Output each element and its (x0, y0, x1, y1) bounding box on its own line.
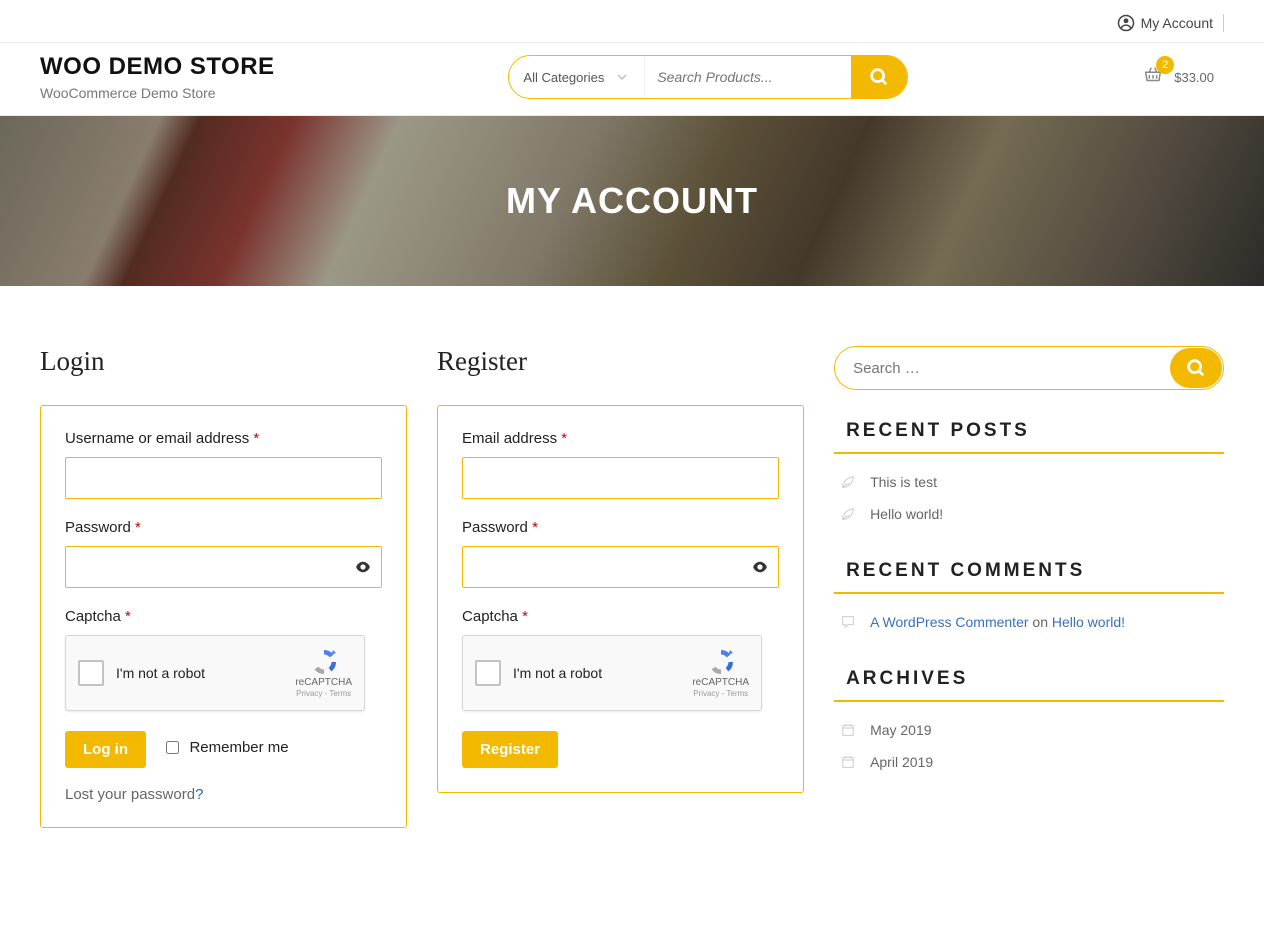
cart-icon-wrap: 2 (1142, 64, 1164, 91)
search-input[interactable] (645, 56, 851, 98)
my-account-label: My Account (1141, 15, 1213, 31)
comment-post-link[interactable]: Hello world! (1052, 614, 1125, 630)
login-button[interactable]: Log in (65, 731, 146, 768)
register-heading: Register (437, 346, 804, 377)
archives-list: May 2019 April 2019 (834, 714, 1224, 778)
register-recaptcha[interactable]: I'm not a robot reCAPTCHA Privacy - Term… (462, 635, 762, 711)
list-item[interactable]: May 2019 (834, 714, 1224, 746)
cart[interactable]: 2 $33.00 (1142, 64, 1224, 91)
archives-title: ARCHIVES (834, 668, 1224, 702)
lost-password-link[interactable]: Lost your password? (65, 786, 382, 803)
calendar-icon (840, 754, 856, 770)
remember-checkbox[interactable] (166, 741, 179, 754)
login-recaptcha[interactable]: I'm not a robot reCAPTCHA Privacy - Term… (65, 635, 365, 711)
login-password-field[interactable] (65, 546, 382, 588)
recent-comments-widget: RECENT COMMENTS A WordPress Commenter on… (834, 560, 1224, 638)
page-title: MY ACCOUNT (506, 180, 758, 222)
search-wrap: All Categories (315, 55, 1103, 99)
recent-posts-list: This is test Hello world! (834, 466, 1224, 530)
calendar-icon (840, 722, 856, 738)
sidebar-search-button[interactable] (1170, 348, 1222, 388)
register-captcha-label: Captcha * (462, 608, 779, 625)
login-captcha-label: Captcha * (65, 608, 382, 625)
recaptcha-text: I'm not a robot (116, 665, 283, 681)
list-item[interactable]: This is test (834, 466, 1224, 498)
list-item[interactable]: Hello world! (834, 498, 1224, 530)
recaptcha-icon (706, 647, 736, 677)
username-label: Username or email address * (65, 430, 382, 447)
topbar: My Account (0, 0, 1264, 43)
search-button[interactable] (851, 56, 907, 98)
recent-posts-widget: RECENT POSTS This is test Hello world! (834, 420, 1224, 530)
remember-wrap[interactable]: Remember me (166, 739, 288, 756)
recaptcha-text: I'm not a robot (513, 665, 680, 681)
brand-subtitle: WooCommerce Demo Store (40, 85, 275, 101)
sidebar-search-input[interactable] (834, 346, 1224, 390)
recent-comments-title: RECENT COMMENTS (834, 560, 1224, 594)
register-password-label: Password * (462, 519, 779, 536)
register-password-wrap (462, 546, 779, 588)
recent-comments-list: A WordPress Commenter on Hello world! (834, 606, 1224, 638)
login-password-label: Password * (65, 519, 382, 536)
search-pill: All Categories (508, 55, 908, 99)
recaptcha-logo: reCAPTCHA Privacy - Terms (295, 647, 352, 699)
register-column: Register Email address * Password * Capt… (437, 346, 804, 828)
remember-label: Remember me (189, 739, 288, 756)
recaptcha-icon (309, 647, 339, 677)
user-circle-icon (1117, 14, 1135, 32)
magnifier-icon (1185, 357, 1207, 379)
comment-line: A WordPress Commenter on Hello world! (870, 614, 1125, 630)
sidebar-search (834, 346, 1224, 390)
eye-icon[interactable] (751, 558, 769, 576)
brand-title: WOO DEMO STORE (40, 53, 275, 81)
content: Login Username or email address * Passwo… (0, 286, 1264, 868)
eye-icon[interactable] (354, 558, 372, 576)
my-account-link[interactable]: My Account (1117, 14, 1224, 32)
brand[interactable]: WOO DEMO STORE WooCommerce Demo Store (40, 53, 275, 101)
login-column: Login Username or email address * Passwo… (40, 346, 407, 828)
recaptcha-logo: reCAPTCHA Privacy - Terms (692, 647, 749, 699)
recaptcha-checkbox[interactable] (78, 660, 104, 686)
leaf-icon (840, 474, 856, 490)
list-item: A WordPress Commenter on Hello world! (834, 606, 1224, 638)
comment-icon (840, 614, 856, 630)
username-field[interactable] (65, 457, 382, 499)
email-label: Email address * (462, 430, 779, 447)
cart-total: $33.00 (1174, 70, 1214, 85)
register-form: Email address * Password * Captcha * I'm… (437, 405, 804, 793)
recent-posts-title: RECENT POSTS (834, 420, 1224, 454)
category-label: All Categories (523, 70, 604, 85)
leaf-icon (840, 506, 856, 522)
recaptcha-checkbox[interactable] (475, 660, 501, 686)
sidebar: RECENT POSTS This is test Hello world! R… (834, 346, 1224, 828)
cart-count-badge: 2 (1156, 56, 1174, 74)
login-heading: Login (40, 346, 407, 377)
login-form: Username or email address * Password * C… (40, 405, 407, 828)
archives-widget: ARCHIVES May 2019 April 2019 (834, 668, 1224, 778)
magnifier-icon (868, 66, 890, 88)
chevron-down-icon (614, 69, 630, 85)
comment-author-link[interactable]: A WordPress Commenter (870, 614, 1028, 630)
register-password-field[interactable] (462, 546, 779, 588)
category-dropdown[interactable]: All Categories (509, 56, 645, 98)
register-button[interactable]: Register (462, 731, 558, 768)
header: WOO DEMO STORE WooCommerce Demo Store Al… (0, 43, 1264, 116)
login-password-wrap (65, 546, 382, 588)
list-item[interactable]: April 2019 (834, 746, 1224, 778)
email-field[interactable] (462, 457, 779, 499)
hero-banner: MY ACCOUNT (0, 116, 1264, 286)
